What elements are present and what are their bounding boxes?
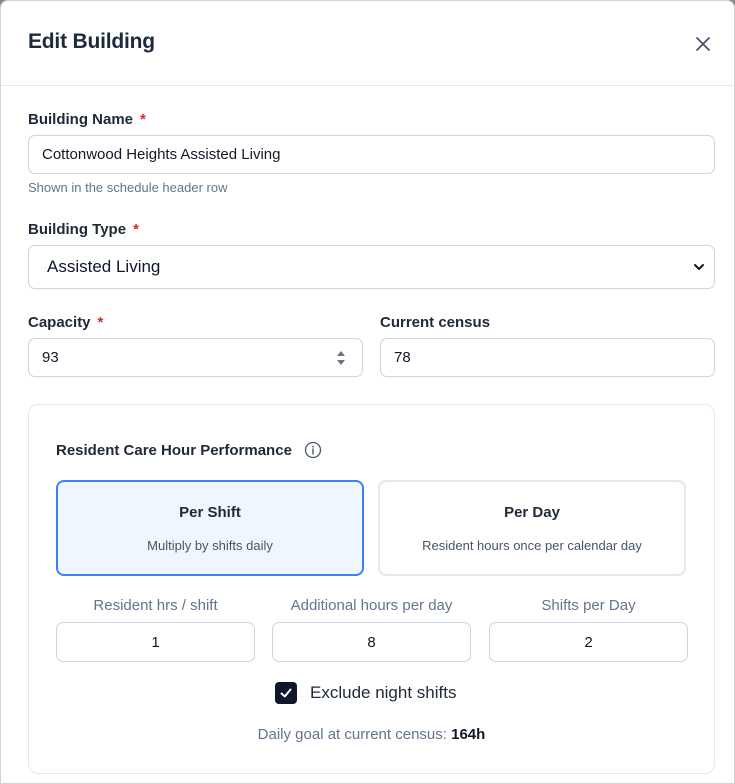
resident-hrs-value: 1 (151, 633, 160, 651)
number-stepper-icon[interactable] (335, 348, 347, 368)
building-name-label: Building Name * (28, 111, 146, 128)
shifts-per-day-input[interactable]: 2 (489, 622, 688, 662)
per-day-option[interactable]: Per Day Resident hours once per calendar… (378, 480, 686, 576)
resident-hrs-input[interactable]: 1 (56, 622, 255, 662)
building-name-label-text: Building Name (28, 111, 134, 128)
exclude-night-shifts-row[interactable]: Exclude night shifts (275, 682, 456, 704)
per-day-description: Resident hours once per calendar day (422, 538, 642, 553)
performance-title: Resident Care Hour Performance (56, 441, 322, 459)
building-type-select[interactable]: Assisted Living (28, 245, 715, 289)
close-button[interactable] (691, 32, 715, 56)
capacity-value: 93 (42, 349, 59, 366)
capacity-label: Capacity * (28, 314, 103, 331)
per-shift-option[interactable]: Per Shift Multiply by shifts daily (56, 480, 364, 576)
building-type-label: Building Type * (28, 221, 139, 238)
required-mark: * (97, 314, 104, 331)
current-census-label: Current census (380, 314, 491, 331)
exclude-night-shifts-checkbox[interactable] (275, 682, 297, 704)
exclude-night-shifts-label: Exclude night shifts (310, 683, 457, 702)
close-icon (696, 37, 710, 51)
daily-goal-value: 164h (451, 726, 486, 743)
dialog-title: Edit Building (28, 30, 155, 53)
care-hour-performance-card: Resident Care Hour Performance Per Shift… (28, 404, 715, 774)
required-mark: * (140, 111, 146, 128)
check-icon (280, 688, 292, 698)
per-day-title: Per Day (504, 504, 560, 521)
building-type-selected-value: Assisted Living (47, 257, 161, 276)
capacity-input[interactable]: 93 (28, 338, 363, 377)
current-census-value: 78 (394, 349, 411, 366)
current-census-input[interactable]: 78 (380, 338, 715, 377)
info-icon[interactable] (304, 441, 322, 459)
capacity-label-text: Capacity (28, 314, 91, 331)
dialog-header: Edit Building (1, 1, 734, 86)
building-name-hint: Shown in the schedule header row (28, 180, 228, 195)
required-mark: * (133, 221, 139, 238)
chevron-down-icon (694, 264, 704, 270)
building-type-label-text: Building Type (28, 221, 127, 238)
performance-title-text: Resident Care Hour Performance (56, 441, 292, 459)
daily-goal-summary: Daily goal at current census: 164h (29, 726, 714, 743)
shifts-per-day-value: 2 (584, 633, 593, 651)
per-shift-description: Multiply by shifts daily (147, 538, 273, 553)
building-name-value: Cottonwood Heights Assisted Living (42, 146, 281, 163)
additional-hours-label: Additional hours per day (290, 597, 453, 614)
daily-goal-prefix: Daily goal at current census: (257, 726, 447, 743)
shifts-per-day-label: Shifts per Day (541, 597, 636, 614)
per-shift-title: Per Shift (179, 504, 241, 521)
building-name-input[interactable]: Cottonwood Heights Assisted Living (28, 135, 715, 174)
additional-hours-value: 8 (367, 633, 376, 651)
edit-building-dialog: Edit Building Building Name * Cottonwood … (0, 0, 735, 784)
additional-hours-input[interactable]: 8 (272, 622, 471, 662)
resident-hrs-label: Resident hrs / shift (93, 597, 218, 614)
